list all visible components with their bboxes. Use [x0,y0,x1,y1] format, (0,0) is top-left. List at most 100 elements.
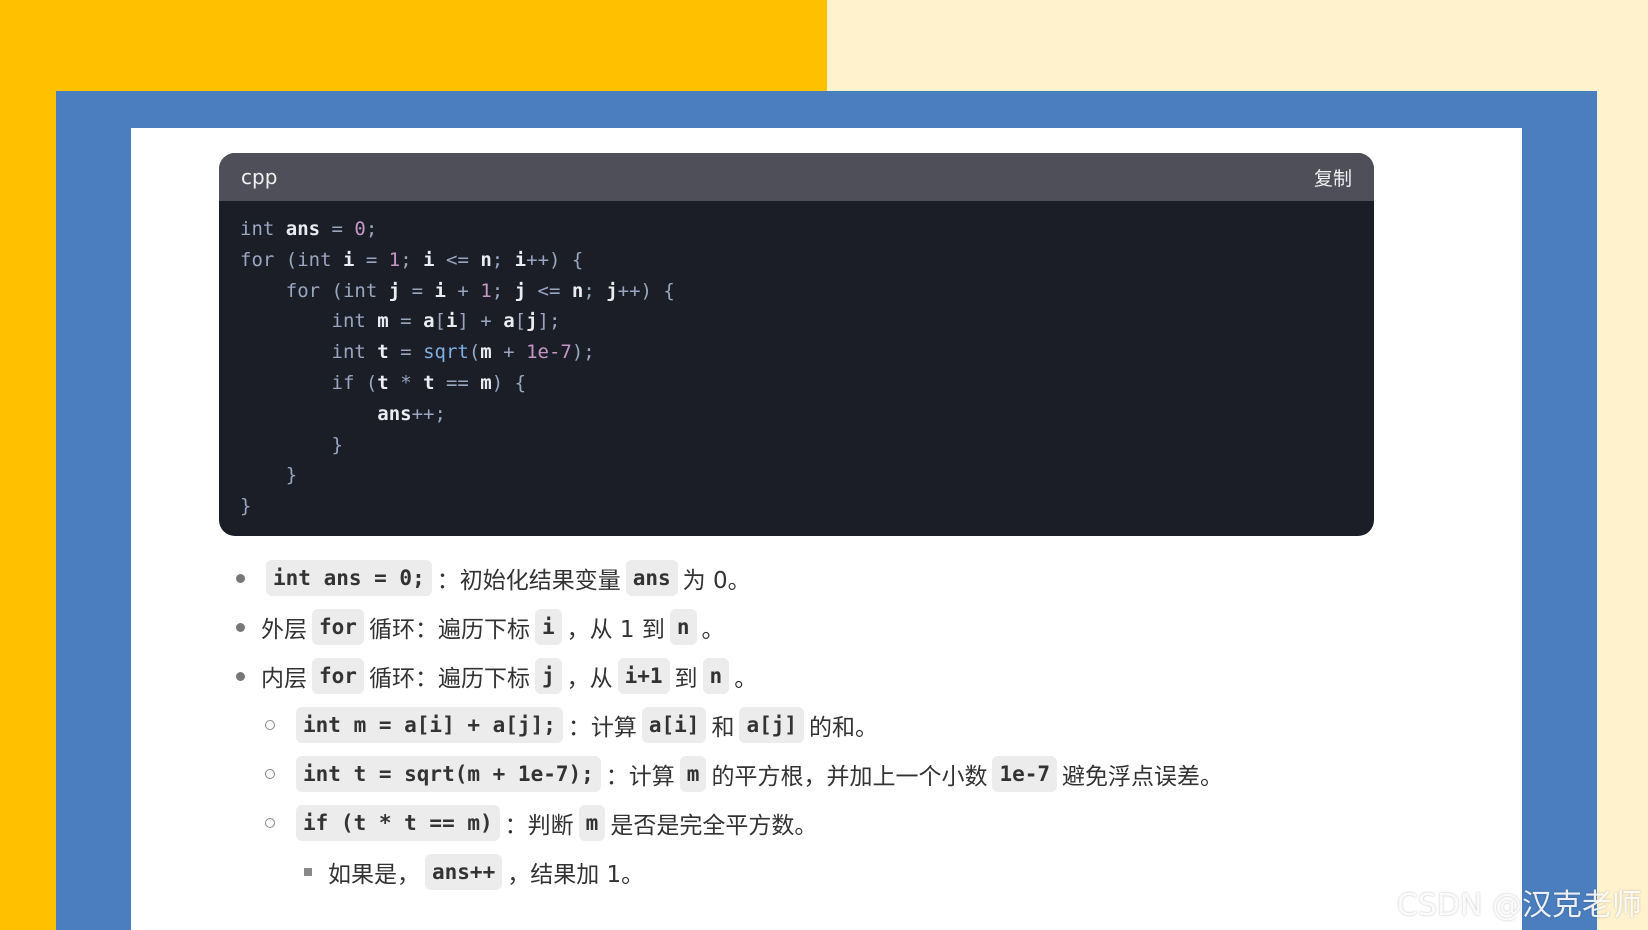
code-line: if (t * t == m) { [240,368,1353,399]
code-token: ans [285,218,321,240]
bullet-icon [236,622,245,632]
inline-code: ans++ [425,854,503,890]
code-line: for (int i = 1; i <= n; i++) { [240,245,1353,276]
code-token: 1 [480,279,492,302]
code-token: m [377,310,389,333]
inline-code: int ans = 0; [266,560,432,596]
inline-code: j [534,658,562,694]
code-token: = [320,218,355,240]
list-text: 循环：遍历下标 [368,617,530,643]
code-token: ( [285,248,298,271]
list-text: ，从 1 到 [566,617,665,643]
code-token: [ [434,310,446,333]
code-token: int [331,341,378,364]
code-token: * [388,371,424,394]
code-token: + [491,341,527,364]
inline-code: for [312,609,364,645]
code-token: i [342,248,355,271]
list-text: 的平方根，并加上一个小数 [711,764,988,790]
bullet-icon [265,818,275,828]
code-token: int [297,248,343,271]
inline-code: ans [625,560,678,596]
code-line: for (int j = i + 1; j <= n; j++) { [240,276,1353,307]
list-text: 是否是完全平方数。 [610,813,818,839]
inline-code: n [669,609,697,645]
code-line: int ans = 0; [240,214,1353,245]
inline-code: m [679,756,707,792]
code-line: ans++; [240,399,1353,430]
code-token: ; [491,279,515,302]
code-line: int t = sqrt(m + 1e-7); [240,337,1353,368]
bullet-icon [236,671,245,681]
code-token: == [434,371,481,394]
inline-code: if (t * t == m) [296,805,500,841]
list-item: 外层 for 循环：遍历下标 i ，从 1 到 n。 [236,609,725,645]
list-item: int m = a[i] + a[j]; ：计算 a[i] 和 a[j] 的和。 [265,707,878,743]
list-item: int t = sqrt(m + 1e-7); ：计算 m 的平方根，并加上一个小数 1… [265,756,1223,792]
inline-code: n [702,658,730,694]
code-token: ++) { [617,279,675,302]
bullet-icon [265,720,275,730]
list-text: 。 [734,666,758,692]
code-token: t [377,341,389,364]
code-token: = [400,279,435,302]
code-token: ( [331,279,343,302]
list-text: 的和。 [809,715,879,741]
list-item: if (t * t == m) ：判断 m 是否是完全平方数。 [265,805,817,841]
list-text: 循环：遍历下标 [368,666,530,692]
code-block: cpp 复制 int ans = 0; for (int i = 1; i <= … [219,153,1374,536]
list-text: 和 [711,715,735,741]
code-token: a [503,310,515,333]
list-text: ：判断 [504,813,574,839]
code-token: 1 [388,248,401,271]
code-token: if [331,371,366,394]
code-token: ] + [457,310,504,333]
code-token: int [240,218,286,240]
code-token: int [342,279,389,302]
bullet-icon [236,573,245,583]
list-text: ：计算 [567,715,637,741]
bullet-icon [304,868,312,876]
list-text: ：初始化结果变量 [436,568,621,594]
code-token: ; [400,248,424,271]
inline-code: int m = a[i] + a[j]; [296,707,563,743]
code-token: <= [526,279,572,302]
code-token: = [388,310,424,333]
list-item: int ans = 0; ：初始化结果变量 ans 为 0。 [236,560,751,596]
code-token: i [445,310,458,333]
code-token: ans [377,402,412,425]
code-token: n [571,279,584,302]
code-header: cpp 复制 [219,153,1374,201]
code-token: j [514,279,527,302]
code-token: ; [491,248,515,271]
code-token: i [514,248,527,271]
code-token: t [423,371,435,394]
code-token: = [388,341,424,364]
code-token: 1e-7 [526,341,572,364]
code-token: [ [514,310,527,333]
code-line: } [240,491,1353,522]
list-text: ：计算 [605,764,675,790]
list-text: 如果是， [328,862,420,888]
list-text: 外层 [261,617,307,643]
list-text: 。 [701,617,725,643]
code-token: ) { [491,371,527,394]
code-token: + [445,279,481,302]
watermark: CSDN @汉克老师 [1396,888,1642,923]
code-token: ( [365,371,378,394]
code-token: 0 [354,218,366,240]
copy-button[interactable]: 复制 [1314,164,1352,191]
inline-code: int t = sqrt(m + 1e-7); [296,756,601,792]
code-token: j [526,310,538,333]
code-token: } [240,495,252,518]
list-text: ，结果加 1。 [507,862,645,888]
list-text: 避免浮点误差。 [1062,764,1224,790]
code-token: a [423,310,435,333]
code-token: n [480,248,492,271]
code-line: } [240,430,1353,461]
code-token: ++) { [526,248,584,271]
